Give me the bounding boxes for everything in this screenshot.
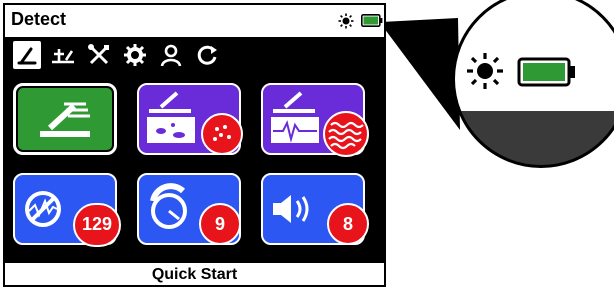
ground-balance-tab-icon (52, 49, 74, 64)
coil-sweep-icon (40, 102, 90, 137)
detect-tab-icon (17, 47, 37, 65)
ground-particles-icon (213, 125, 231, 141)
signal-tile[interactable] (261, 83, 369, 157)
volume-tile[interactable]: 8 (261, 173, 369, 245)
battery-icon (517, 57, 575, 87)
noise-cancel-badge: 129 (73, 203, 121, 247)
tools-tab-icon (88, 44, 109, 65)
tab-reset[interactable] (193, 41, 221, 69)
noise-cancel-icon (25, 191, 61, 227)
tab-detect[interactable] (13, 41, 41, 69)
settings-gear-icon (124, 44, 146, 66)
footer-bar: Quick Start (5, 263, 384, 285)
sun-icon[interactable] (338, 13, 354, 29)
tab-user-profile[interactable] (157, 41, 185, 69)
ground-type-tile[interactable] (137, 83, 243, 155)
battery-icon (361, 14, 383, 27)
wave-pattern-badge (323, 111, 369, 157)
detect-mode-tile[interactable] (13, 83, 117, 155)
sun-icon (467, 53, 503, 89)
volume-badge: 8 (327, 203, 369, 245)
device-screen: Detect 129 9 8 Quick Start (3, 3, 386, 287)
tab-settings[interactable] (121, 41, 149, 69)
tab-tools[interactable] (85, 41, 113, 69)
noise-cancel-tile[interactable]: 129 (13, 173, 121, 247)
tab-ground-balance[interactable] (49, 41, 77, 69)
wave-pattern-icon (328, 121, 364, 150)
sensitivity-badge: 9 (199, 203, 241, 245)
sensitivity-tile[interactable]: 9 (137, 173, 241, 245)
tab-bar (5, 37, 384, 75)
reset-icon (197, 45, 217, 65)
speaker-icon (273, 195, 309, 223)
page-title: Detect (11, 9, 67, 29)
sensitivity-dial-icon (150, 183, 187, 229)
status-bar: Detect (5, 5, 384, 37)
ground-particles-badge (201, 113, 243, 155)
footer-label: Quick Start (151, 266, 238, 283)
user-profile-icon (160, 44, 182, 67)
